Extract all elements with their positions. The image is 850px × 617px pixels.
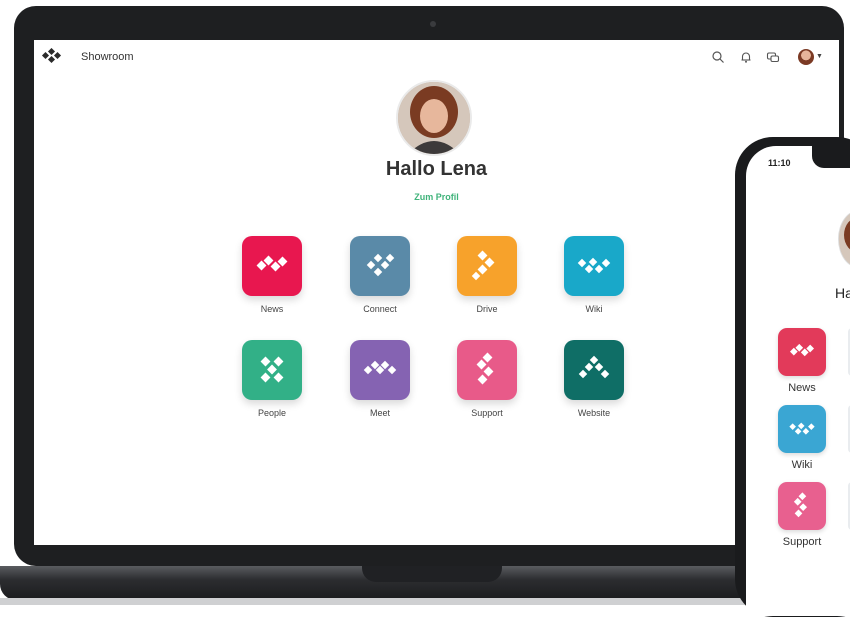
phone-app-label: Wiki <box>791 459 813 471</box>
chat-icon[interactable] <box>766 50 780 64</box>
bell-icon[interactable] <box>739 50 753 64</box>
phone-time: 11:10 <box>768 158 791 168</box>
search-icon[interactable] <box>711 50 725 64</box>
app-label: Drive <box>476 304 498 314</box>
app-label: News <box>260 304 284 314</box>
phone-app-label: Support <box>782 536 822 548</box>
app-label: Wiki <box>585 304 603 314</box>
app-meet[interactable]: Meet <box>340 340 420 418</box>
app-connect[interactable]: Connect <box>340 236 420 314</box>
app-people[interactable]: People <box>232 340 312 418</box>
drive-icon[interactable] <box>457 236 517 296</box>
app-label: Website <box>577 408 611 418</box>
news-icon[interactable] <box>242 236 302 296</box>
phone-notch <box>812 146 850 168</box>
people-icon[interactable] <box>242 340 302 400</box>
laptop-shadow <box>0 598 850 605</box>
support-icon[interactable] <box>778 482 826 530</box>
wiki-icon[interactable] <box>778 405 826 453</box>
laptop-screen: Showroom ▼ Hallo Lena Zum Profil News Co… <box>34 40 839 545</box>
app-news[interactable]: News <box>232 236 312 314</box>
app-drive[interactable]: Drive <box>447 236 527 314</box>
profile-link[interactable]: Zum Profil <box>34 192 839 202</box>
laptop-opening-notch <box>362 566 502 582</box>
laptop-camera <box>430 21 436 27</box>
app-wiki[interactable]: Wiki <box>554 236 634 314</box>
chevron-down-icon[interactable]: ▼ <box>816 53 823 60</box>
app-website[interactable]: Website <box>554 340 634 418</box>
app-label: Connect <box>363 304 397 314</box>
wiki-icon[interactable] <box>564 236 624 296</box>
phone-app-news[interactable]: News <box>772 328 832 394</box>
app-title: Showroom <box>81 51 134 63</box>
app-label: Meet <box>369 408 390 418</box>
phone-greeting: Ha <box>835 285 850 301</box>
news-icon[interactable] <box>778 328 826 376</box>
top-bar: Showroom ▼ <box>34 40 839 74</box>
meet-icon[interactable] <box>350 340 410 400</box>
showroom-logo-icon[interactable] <box>40 48 62 66</box>
phone-app-label: News <box>788 382 816 394</box>
user-avatar[interactable] <box>798 49 814 65</box>
app-label: Support <box>471 408 503 418</box>
app-label: People <box>257 408 287 418</box>
greeting-heading: Hallo Lena <box>385 158 488 180</box>
support-icon[interactable] <box>457 340 517 400</box>
phone-app-support[interactable]: Support <box>772 482 832 548</box>
connect-icon[interactable] <box>350 236 410 296</box>
app-support[interactable]: Support <box>447 340 527 418</box>
website-icon[interactable] <box>564 340 624 400</box>
phone-app-wiki[interactable]: Wiki <box>772 405 832 471</box>
profile-photo[interactable] <box>396 80 472 156</box>
